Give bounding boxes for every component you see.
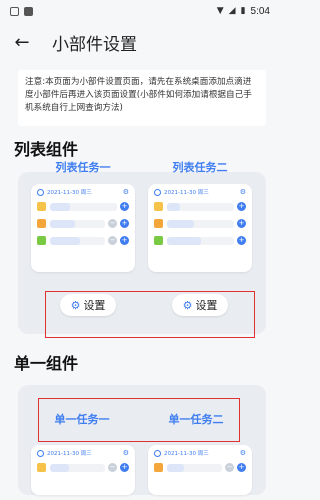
- widget-date: 2021-11-30 周三: [164, 451, 209, 457]
- minus-icon: −: [108, 236, 117, 245]
- wifi-icon: ▼: [216, 6, 224, 16]
- single-widget-preview-2: 2021-11-30 周三 ⚙ − +: [148, 445, 252, 495]
- widget-date: 2021-11-30 周三: [47, 451, 92, 457]
- plus-icon: +: [237, 219, 246, 228]
- status-bar: ▼ ◢ ▮ 5:04: [0, 0, 280, 22]
- plus-icon: +: [237, 202, 246, 211]
- list-widget-preview-1: 2021-11-30 周三 ⚙ + − + − +: [31, 184, 135, 272]
- clock-icon: [37, 188, 44, 196]
- plus-icon: +: [120, 219, 129, 228]
- task-icon: [37, 219, 46, 228]
- gear-icon: ⚙: [122, 449, 129, 457]
- list-task-one-title[interactable]: 列表任务一: [33, 159, 133, 175]
- list-section-title: 列表组件: [14, 140, 79, 159]
- widget-date: 2021-11-30 周三: [164, 190, 209, 196]
- plus-icon: +: [120, 202, 129, 211]
- clock-icon: [154, 188, 161, 196]
- clock-icon: [37, 449, 44, 457]
- back-arrow-icon[interactable]: ←: [4, 32, 40, 53]
- task-title-highlight-box: [38, 398, 240, 442]
- list-widget-preview-2: 2021-11-30 周三 ⚙ + + +: [148, 184, 252, 272]
- list-task-two-title[interactable]: 列表任务二: [150, 159, 250, 175]
- task-icon: [37, 236, 46, 245]
- plus-icon: +: [237, 236, 246, 245]
- notification-icon: [10, 6, 19, 16]
- settings-highlight-box: [45, 291, 255, 338]
- task-icon: [154, 219, 163, 228]
- notice-text: 注意:本页面为小部件设置页面，请先在系统桌面添加点滴进度小部件后再进入该页面设置…: [18, 70, 266, 126]
- plus-icon: +: [237, 463, 246, 472]
- task-icon: [154, 463, 163, 472]
- task-icon: [154, 202, 163, 211]
- minus-icon: −: [108, 219, 117, 228]
- task-icon: [37, 202, 46, 211]
- gear-icon: ⚙: [239, 188, 246, 196]
- minus-icon: −: [225, 463, 234, 472]
- single-widget-preview-1: 2021-11-30 周三 ⚙ − +: [31, 445, 135, 495]
- task-icon: [154, 236, 163, 245]
- gear-icon: ⚙: [122, 188, 129, 196]
- single-section-title: 单一组件: [14, 354, 79, 373]
- battery-icon: ▮: [240, 6, 246, 16]
- page-title: 小部件设置: [52, 34, 137, 55]
- app-notification-icon: [24, 6, 33, 16]
- minus-icon: −: [108, 463, 117, 472]
- app-bar: ← 小部件设置: [0, 26, 280, 58]
- task-icon: [37, 463, 46, 472]
- plus-icon: +: [120, 236, 129, 245]
- clock-icon: [154, 449, 161, 457]
- gear-icon: ⚙: [239, 449, 246, 457]
- signal-icon: ◢: [228, 6, 236, 16]
- status-time: 5:04: [250, 5, 270, 17]
- widget-date: 2021-11-30 周三: [47, 190, 92, 196]
- plus-icon: +: [120, 463, 129, 472]
